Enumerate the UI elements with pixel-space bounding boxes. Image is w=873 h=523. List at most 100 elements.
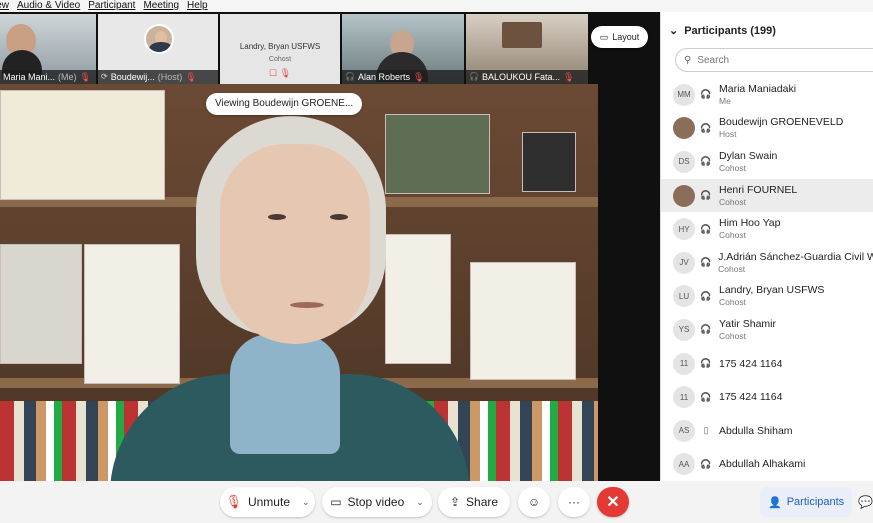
participant-name: Abdullah Alhakami	[719, 458, 806, 471]
stop-video-button[interactable]: ▭ Stop video ⌄	[322, 487, 432, 517]
speaker-mouth	[290, 302, 324, 308]
chimp-card	[84, 244, 180, 384]
participant-name: Him Hoo Yap	[719, 217, 781, 230]
participant-row[interactable]: AS ▯ Abdulla Shiham	[661, 414, 873, 448]
layout-button[interactable]: ▭ Layout	[591, 26, 648, 48]
avatar: JV	[673, 251, 695, 274]
speaker-eye	[330, 214, 348, 220]
thumbnail-caption: ⟳ Boudewij... (Host) 🎙	[98, 70, 218, 84]
main-video[interactable]	[0, 84, 598, 481]
participant-row[interactable]: MM 🎧 Maria Maniadaki Me	[661, 78, 873, 112]
participant-row[interactable]: LU 🎧 Landry, Bryan USFWS Cohost	[661, 280, 873, 314]
more-button[interactable]: ···	[558, 487, 590, 517]
headset-icon: 🎧	[469, 72, 479, 81]
more-icon: ···	[568, 495, 580, 509]
thumbnail-video[interactable]: ⟳ Boudewij... (Host) 🎙	[98, 14, 218, 84]
participant-info: Abdullah Alhakami	[719, 458, 805, 470]
leave-button[interactable]: ✕	[597, 487, 629, 517]
participant-list: MM 🎧 Maria Maniadaki Me 🎧 Boudewijn GROENEVEL…	[661, 78, 873, 481]
participant-info: 175 424 1164	[719, 391, 782, 403]
avatar: 11	[673, 386, 695, 409]
framed-photo	[385, 114, 490, 194]
headset-icon: 🎧	[700, 458, 712, 469]
share-label: Share	[466, 495, 499, 509]
menu-view[interactable]: iew	[0, 0, 9, 12]
avatar: DS	[673, 150, 695, 173]
layout-icon: ▭	[599, 31, 609, 42]
menu-participant[interactable]: Participant	[88, 0, 135, 12]
reactions-button[interactable]: ☺	[518, 487, 550, 517]
participant-info: Dylan Swain Cohost	[719, 150, 777, 174]
panel-title: Participants (199)	[684, 24, 776, 37]
viewing-label: Viewing Boudewijn GROENE...	[206, 93, 363, 115]
participant-row[interactable]: HY 🎧 Him Hoo Yap Cohost	[661, 212, 873, 246]
speaker-neck	[230, 334, 340, 454]
thumbnail-role: Cohost	[268, 56, 292, 63]
participants-label: Participants	[786, 496, 845, 508]
menu-audio-video[interactable]: Audio & Video	[17, 0, 80, 12]
muted-mic-icon: 🎙	[79, 72, 91, 82]
participant-info: Yatir Shamir Cohost	[719, 318, 776, 342]
panel-header[interactable]: ⌄ Participants (199)	[669, 24, 776, 38]
thumbnail-video[interactable]: Landry, Bryan USFWS Cohost ☐ 🎙	[220, 14, 340, 84]
thumbnail-video[interactable]: 🎧 BALOUKOU Fata... 🎙	[466, 14, 588, 84]
chevron-down-icon[interactable]: ⌄	[416, 497, 424, 508]
participant-name: Yatir Shamir	[719, 317, 776, 330]
tree-card	[385, 234, 451, 364]
participant-role: Cohost	[718, 263, 746, 274]
headset-icon: 🎧	[700, 89, 712, 100]
participant-info: Maria Maniadaki Me	[719, 83, 796, 107]
participant-name: 175 424 1164	[719, 391, 783, 404]
muted-mic-icon: 🎙	[225, 494, 242, 509]
search-input[interactable]	[697, 54, 848, 66]
thumbnail-name: Boudewij...	[110, 72, 155, 82]
participant-role: Me	[719, 95, 731, 106]
sharing-icon: ⟳	[101, 72, 108, 81]
thumbnail-video[interactable]: Maria Mani... (Me) 🎙	[0, 14, 96, 84]
search-icon: ⚲	[684, 54, 692, 66]
share-button[interactable]: ⇪ Share	[438, 487, 510, 517]
participant-row[interactable]: JV 🎧 J.Adrián Sánchez-Guardia Civil WC Coho…	[661, 246, 873, 280]
avatar	[673, 117, 695, 140]
share-icon: ⇪	[449, 495, 461, 509]
headset-icon: 🎧	[700, 290, 712, 301]
muted-mic-icon: ☐ 🎙	[269, 68, 291, 78]
participant-name: Landry, Bryan USFWS	[719, 284, 825, 297]
participant-row[interactable]: DS 🎧 Dylan Swain Cohost	[661, 145, 873, 179]
avatar: HY	[673, 218, 695, 241]
participants-button[interactable]: 👤 Participants	[760, 487, 852, 517]
menu-help[interactable]: Help	[187, 0, 208, 12]
participant-name: Boudewijn GROENEVELD	[719, 116, 844, 129]
thumbnail-strip: Maria Mani... (Me) 🎙 ⟳ Boudewij... (Host…	[0, 14, 588, 84]
unmute-button[interactable]: 🎙 Unmute ⌄	[220, 487, 315, 517]
headset-icon: 🎧	[700, 223, 712, 234]
participant-row[interactable]: AA 🎧 Abdullah Alhakami	[661, 448, 873, 481]
participant-name: Dylan Swain	[719, 149, 778, 162]
participant-info: J.Adrián Sánchez-Guardia Civil WC Cohost	[718, 251, 873, 275]
phone-icon: ▯	[703, 425, 709, 436]
menu-bar: iew Audio & Video Participant Meeting He…	[0, 0, 873, 12]
chat-icon[interactable]: 💬	[858, 495, 873, 509]
participant-role: Cohost	[719, 230, 746, 241]
participant-row[interactable]: 🎧 Henri FOURNEL Cohost	[661, 178, 873, 213]
headset-icon: 🎧	[700, 122, 712, 133]
avatar	[673, 184, 695, 207]
participant-row[interactable]: YS 🎧 Yatir Shamir Cohost	[661, 313, 873, 347]
avatar: MM	[673, 83, 695, 106]
participant-row[interactable]: 11 🎧 175 424 1164	[661, 380, 873, 414]
participant-row[interactable]: 11 🎧 175 424 1164	[661, 347, 873, 381]
participants-panel: ⌄ Participants (199) ⚲ MM 🎧 Maria Maniadak…	[660, 12, 873, 481]
participant-role: Cohost	[719, 330, 746, 341]
muted-mic-icon: 🎙	[563, 72, 575, 82]
headset-icon: 🎧	[700, 358, 712, 369]
thumbnail-role: (Me)	[58, 72, 77, 82]
smiley-icon: ☺	[527, 495, 541, 509]
headset-icon: 🎧	[700, 324, 712, 335]
avatar: AS	[673, 419, 695, 442]
thumbnail-video[interactable]: 🎧 Alan Roberts 🎙	[342, 14, 464, 84]
search-box[interactable]: ⚲	[675, 48, 873, 72]
menu-meeting[interactable]: Meeting	[143, 0, 179, 12]
participant-row[interactable]: 🎧 Boudewijn GROENEVELD Host	[661, 112, 873, 146]
chevron-down-icon[interactable]: ⌄	[302, 497, 310, 508]
room-picture	[502, 22, 542, 48]
